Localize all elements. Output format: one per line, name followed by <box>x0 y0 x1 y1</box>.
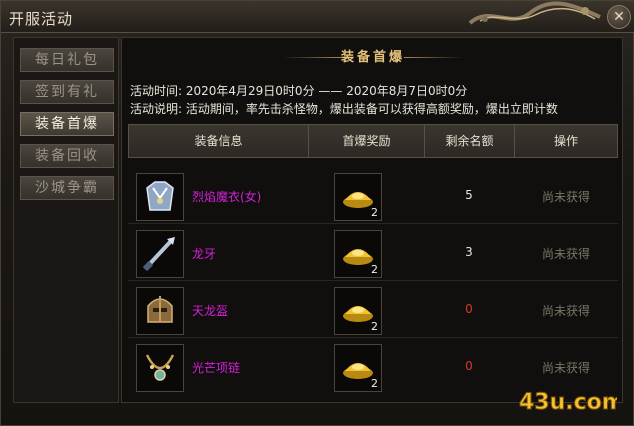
window-title: 开服活动 <box>9 10 74 28</box>
dragon-ornament-icon <box>468 1 601 25</box>
reward-count: 2 <box>371 263 378 276</box>
header-action: 操作 <box>553 134 578 148</box>
remaining-count: 5 <box>465 188 473 202</box>
action-status[interactable]: 尚未获得 <box>514 359 618 376</box>
sidebar-item-castle-war[interactable]: 沙城争霸 <box>20 176 114 200</box>
item-name: 烈焰魔衣(女) <box>192 190 262 204</box>
necklace-icon[interactable] <box>136 344 184 392</box>
title-bar[interactable]: 开服活动 ✕ <box>1 1 634 33</box>
table-row: 龙牙 2 3 尚未获得 <box>128 225 618 281</box>
activity-window: 开服活动 ✕ 每日礼包 签到有礼 装备首爆 装备回收 沙城争霸 装备首爆 活动时… <box>0 0 634 426</box>
reward-count: 2 <box>371 320 378 333</box>
item-name: 天龙盔 <box>192 304 229 318</box>
remaining-count: 0 <box>465 302 473 316</box>
sidebar-item-sign-in[interactable]: 签到有礼 <box>20 80 114 104</box>
header-remaining: 剩余名额 <box>425 125 515 157</box>
main-panel: 装备首爆 活动时间: 2020年4月29日0时0分 —— 2020年8月7日0时… <box>121 37 623 403</box>
sidebar-item-daily-gift[interactable]: 每日礼包 <box>20 48 114 72</box>
watermark-text: 43u.com <box>519 390 617 415</box>
armor-icon[interactable] <box>136 173 184 221</box>
action-status[interactable]: 尚未获得 <box>514 188 618 205</box>
item-name: 龙牙 <box>192 247 217 261</box>
table-row: 烈焰魔衣(女) 2 5 尚未获得 <box>128 168 618 224</box>
gold-ingot-icon[interactable]: 2 <box>334 287 382 335</box>
item-name: 光芒项链 <box>192 361 241 375</box>
reward-count: 2 <box>371 377 378 390</box>
activity-description: 活动说明: 活动期间，率先击杀怪物，爆出装备可以获得高额奖励，爆出立即计数 <box>130 102 558 116</box>
gold-ingot-icon[interactable]: 2 <box>334 344 382 392</box>
header-equipment: 装备信息 <box>129 125 309 157</box>
sidebar-item-first-drop[interactable]: 装备首爆 <box>20 112 114 136</box>
panel-banner: 装备首爆 <box>122 46 624 66</box>
banner-divider-left <box>282 57 342 58</box>
banner-divider-right <box>404 57 464 58</box>
gold-ingot-icon[interactable]: 2 <box>334 173 382 221</box>
table-row: 天龙盔 2 0 尚未获得 <box>128 282 618 338</box>
remaining-count: 0 <box>465 359 473 373</box>
site-watermark-logo: 43u.com <box>519 390 618 416</box>
panel-title: 装备首爆 <box>340 50 405 65</box>
close-button[interactable]: ✕ <box>607 5 631 29</box>
reward-count: 2 <box>371 206 378 219</box>
sidebar: 每日礼包 签到有礼 装备首爆 装备回收 沙城争霸 <box>13 37 119 403</box>
activity-time: 活动时间: 2020年4月29日0时0分 —— 2020年8月7日0时0分 <box>130 84 468 98</box>
gold-ingot-icon[interactable]: 2 <box>334 230 382 278</box>
action-status[interactable]: 尚未获得 <box>514 245 618 262</box>
header-reward: 首爆奖励 <box>309 125 425 157</box>
helmet-icon[interactable] <box>136 287 184 335</box>
sword-icon[interactable] <box>136 230 184 278</box>
table-header: 装备信息 首爆奖励 剩余名额 操作 <box>128 124 618 158</box>
action-status[interactable]: 尚未获得 <box>514 302 618 319</box>
remaining-count: 3 <box>465 245 473 259</box>
sidebar-item-recycle[interactable]: 装备回收 <box>20 144 114 168</box>
